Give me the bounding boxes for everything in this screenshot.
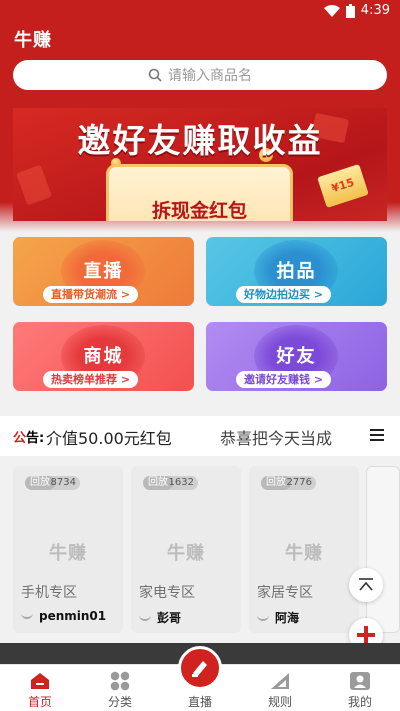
- envelope-decoration: [15, 164, 53, 206]
- live-card-partial[interactable]: [366, 466, 400, 633]
- search-icon: [148, 68, 162, 82]
- tab-home-label: 首页: [27, 695, 52, 709]
- tab-rules[interactable]: 规则: [240, 665, 320, 711]
- user-icon: [350, 672, 370, 690]
- category-live[interactable]: 直播 直播带货潮流 >: [13, 237, 194, 306]
- live-icon: [192, 661, 207, 677]
- live-card[interactable]: 回放 2776 牛赚 家居专区 阿海: [249, 466, 359, 633]
- tab-category-label: 分类: [107, 695, 132, 709]
- back-to-top-button[interactable]: [349, 568, 383, 602]
- category-auction-label: 拍品: [276, 261, 317, 282]
- search-bar[interactable]: 请输入商品名: [13, 60, 387, 90]
- category-mall[interactable]: 商城 热卖榜单推荐 >: [13, 322, 194, 391]
- card-user: 彭哥: [139, 609, 181, 626]
- tab-mine-label: 我的: [347, 695, 372, 709]
- live-card[interactable]: 回放 1632 牛赚 家电专区 彭哥: [131, 466, 241, 633]
- coupon-ticket: ¥15: [317, 163, 369, 209]
- grid-icon: [110, 671, 130, 691]
- avatar-icon: [21, 613, 33, 619]
- category-friends[interactable]: 好友 邀请好友赚钱 >: [206, 322, 387, 391]
- tab-mine[interactable]: 我的: [320, 665, 400, 711]
- category-friends-tagline: 邀请好友赚钱 >: [236, 371, 332, 388]
- avatar-icon: [257, 615, 269, 621]
- category-live-tagline: 直播带货潮流 >: [43, 286, 139, 303]
- live-center-button[interactable]: [178, 646, 222, 690]
- wifi-icon: [323, 4, 340, 17]
- category-auction[interactable]: 拍品 好物边拍边买 >: [206, 237, 387, 306]
- promo-banner[interactable]: 邀好友赚取收益 拆现金红包 ¥15: [13, 108, 387, 221]
- tab-rules-label: 规则: [267, 695, 292, 709]
- banner-title: 邀好友赚取收益: [77, 121, 323, 160]
- card-zone: 家居专区: [257, 585, 313, 601]
- notice-label: 公告:: [13, 431, 45, 446]
- category-friends-label: 好友: [276, 346, 317, 367]
- app-logo: 牛赚: [14, 30, 52, 51]
- avatar-icon: [139, 615, 151, 621]
- battery-icon: [345, 3, 355, 18]
- ruler-icon: [271, 673, 289, 689]
- chevron-up-icon: [359, 578, 373, 591]
- category-mall-label: 商城: [83, 346, 124, 367]
- category-auction-tagline: 好物边拍边买 >: [236, 286, 332, 303]
- red-packet-label: 拆现金红包: [151, 200, 247, 221]
- plus-icon: [357, 626, 375, 644]
- card-user: 阿海: [257, 609, 299, 626]
- category-mall-tagline: 热卖榜单推荐 >: [43, 371, 139, 388]
- replay-badge: 回放 2776: [261, 476, 316, 490]
- home-icon: [31, 673, 49, 689]
- card-user: penmin01: [21, 609, 106, 623]
- tab-home[interactable]: 首页: [0, 665, 80, 711]
- replay-badge: 回放 1632: [143, 476, 198, 490]
- category-live-label: 直播: [83, 261, 124, 282]
- search-placeholder: 请输入商品名: [168, 68, 252, 84]
- red-packet-card: 拆现金红包: [106, 164, 293, 221]
- replay-badge: 回放 8734: [25, 476, 80, 490]
- menu-icon[interactable]: [370, 429, 384, 441]
- card-watermark: 牛赚: [285, 543, 323, 564]
- status-time: 4:39: [360, 3, 390, 18]
- card-zone: 手机专区: [21, 585, 77, 601]
- notice-bar[interactable]: 公告: 介值50.00元红包 恭喜把今天当成: [0, 416, 400, 456]
- card-zone: 家电专区: [139, 585, 195, 601]
- live-card[interactable]: 回放 8734 牛赚 手机专区 penmin01: [13, 466, 123, 633]
- tab-live-label: 直播: [187, 695, 212, 709]
- status-bar-overlay: 4:39: [0, 0, 400, 24]
- notice-text: 介值50.00元红包: [46, 429, 172, 448]
- card-watermark: 牛赚: [167, 543, 205, 564]
- notice-text-next: 恭喜把今天当成: [220, 429, 333, 448]
- tab-category[interactable]: 分类: [80, 665, 160, 711]
- card-watermark: 牛赚: [49, 543, 87, 564]
